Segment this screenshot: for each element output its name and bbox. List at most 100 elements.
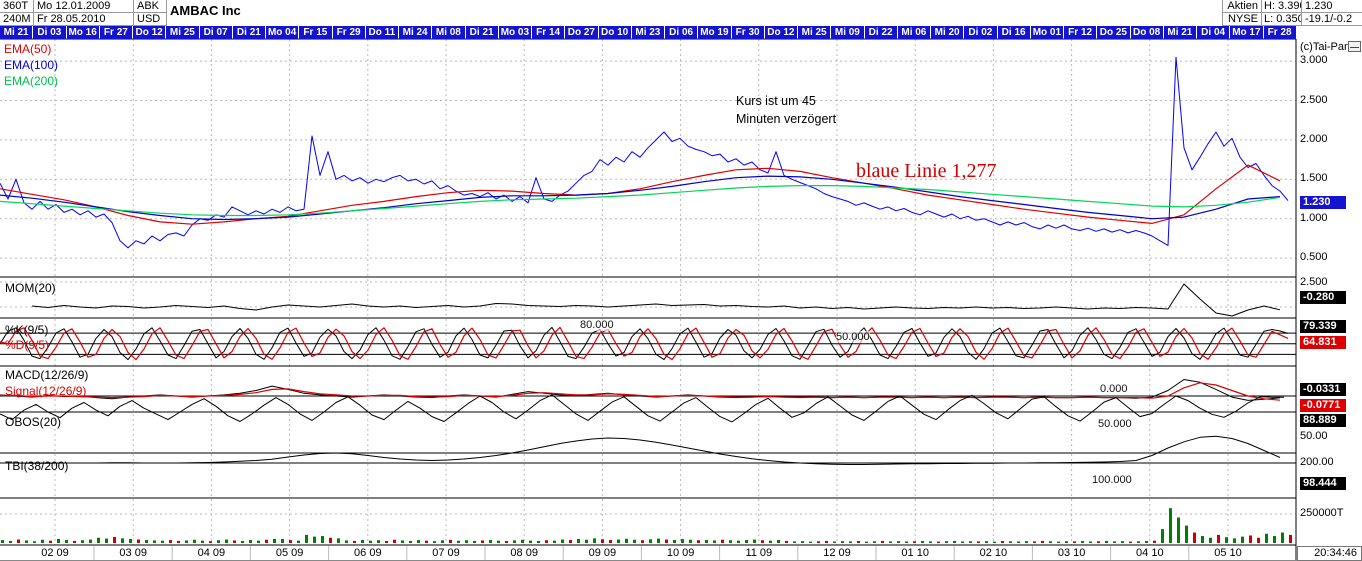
- volume-bar: [17, 539, 20, 543]
- volume-bar: [25, 540, 28, 543]
- volume-bar: [1249, 535, 1252, 543]
- clock: 20:34:46: [1297, 546, 1362, 561]
- minimize-icon[interactable]: [1348, 41, 1361, 52]
- legend-ema200: EMA(200): [4, 74, 59, 88]
- volume-bar: [1057, 541, 1060, 543]
- volume-bar: [169, 540, 172, 543]
- level-label: 100.000: [1092, 474, 1132, 486]
- volume-bar: [465, 540, 468, 543]
- axis-tick-label: 2.000: [1300, 133, 1328, 145]
- month-label: 03 09: [119, 547, 147, 559]
- volume-bar: [65, 539, 68, 543]
- chart-canvas[interactable]: [0, 0, 1362, 561]
- volume-bar: [1241, 536, 1244, 543]
- volume-bar: [265, 539, 268, 543]
- axis-tick-label: 1.500: [1300, 172, 1328, 184]
- volume-bar: [489, 539, 492, 543]
- volume-bar: [289, 540, 292, 543]
- volume-bar: [9, 540, 12, 543]
- month-label: 06 09: [354, 547, 382, 559]
- volume-bar: [1025, 541, 1028, 543]
- date-cell: Mi 24: [399, 26, 432, 39]
- volume-bar: [1089, 541, 1092, 543]
- delay-annotation-line2: Minuten verzögert: [736, 112, 837, 126]
- date-cell: Fr 28: [1263, 26, 1296, 39]
- date-cell: Mo 01: [1030, 26, 1063, 39]
- volume-bar: [617, 539, 620, 543]
- date-cell: Di 21: [465, 26, 498, 39]
- volume-bar: [585, 539, 588, 543]
- volume-bar: [681, 539, 684, 543]
- date-cell: Di 06: [665, 26, 698, 39]
- value-badge: 64.831: [1300, 336, 1346, 349]
- volume-bar: [785, 540, 788, 543]
- volume-bar: [769, 540, 772, 543]
- volume-bar: [705, 539, 708, 543]
- high-value: H: 3.390: [1261, 0, 1302, 13]
- volume-bar: [417, 540, 420, 543]
- volume-bar: [209, 541, 212, 543]
- axis-tick-label: 50.00: [1300, 430, 1328, 442]
- volume-bar: [1177, 517, 1180, 543]
- blue-line-annotation: blaue Linie 1,277: [856, 160, 997, 182]
- date-cell: Mo 17: [1230, 26, 1263, 39]
- month-label: 08 09: [510, 547, 538, 559]
- volume-bar: [313, 536, 316, 543]
- volume-bar: [505, 541, 508, 543]
- volume-bar: [1065, 541, 1068, 543]
- date-cell: Mi 20: [931, 26, 964, 39]
- month-label: 07 09: [432, 547, 460, 559]
- date-cell: Di 04: [1197, 26, 1230, 39]
- month-label: 09 09: [588, 547, 617, 559]
- volume-bar: [593, 538, 596, 543]
- date-cell: Mo 16: [66, 26, 99, 39]
- volume-bar: [1209, 537, 1212, 543]
- volume-bar: [849, 541, 852, 543]
- volume-bar: [1217, 534, 1220, 543]
- volume-bar: [641, 540, 644, 543]
- volume-bar: [865, 541, 868, 543]
- volume-bar: [737, 540, 740, 543]
- volume-bar: [1225, 537, 1228, 543]
- volume-bar: [833, 541, 836, 543]
- legend-tbi: TBI(38/200): [5, 459, 69, 473]
- volume-bar: [1137, 541, 1140, 543]
- axis-tick-label: 250000T: [1300, 507, 1344, 519]
- volume-bar: [761, 540, 764, 543]
- date-cell: Mo 03: [498, 26, 531, 39]
- month-label: 10 09: [666, 547, 695, 559]
- volume-bar: [1113, 541, 1116, 543]
- level-label: 50.000: [1098, 418, 1132, 430]
- volume-bar: [841, 541, 844, 543]
- volume-bar: [649, 539, 652, 543]
- date-cell: Di 02: [964, 26, 997, 39]
- date-cell: Mi 09: [831, 26, 864, 39]
- axis-tick-label: 3.000: [1300, 54, 1328, 66]
- axis-tick-label: 0.500: [1300, 251, 1328, 263]
- volume-bar: [1073, 541, 1076, 543]
- month-label: 11 09: [745, 547, 773, 559]
- volume-bar: [129, 538, 132, 543]
- volume-bar: [249, 539, 252, 543]
- date-bar: Mi 21 Di 03 Mo 16 Fr 27 Do 12 Mi 25 Di 07 Di 21…: [0, 26, 1296, 39]
- market-type: Aktien: [1222, 0, 1262, 13]
- volume-bar: [809, 541, 812, 543]
- volume-bar: [985, 541, 988, 543]
- volume-bar: [1273, 536, 1276, 543]
- volume-bar: [889, 541, 892, 543]
- volume-bar: [281, 538, 284, 543]
- volume-bar: [481, 540, 484, 543]
- volume-bar: [321, 536, 324, 543]
- legend-obos: OBOS(20): [5, 415, 62, 429]
- volume-bar: [953, 540, 956, 543]
- volume-bar: [369, 540, 372, 543]
- volume-bar: [1153, 540, 1156, 543]
- date-cell: Do 11: [365, 26, 398, 39]
- volume-bar: [457, 540, 460, 543]
- volume-bar: [721, 539, 724, 543]
- volume-bar: [329, 537, 332, 543]
- volume-bar: [1265, 533, 1268, 543]
- month-label: 05 10: [1214, 547, 1242, 559]
- volume-bar: [353, 540, 356, 543]
- date-cell: Mi 21: [0, 26, 33, 39]
